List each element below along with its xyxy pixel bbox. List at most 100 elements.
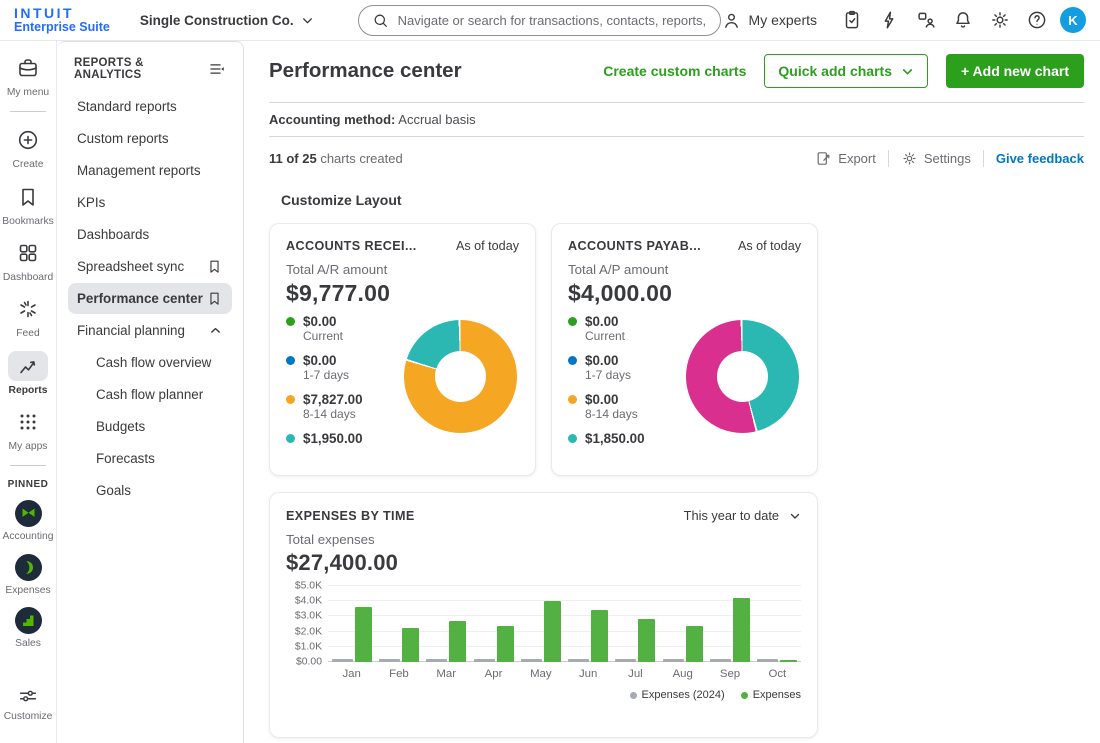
rail-item-my-menu[interactable]: My menu	[4, 53, 52, 98]
bar-group-may	[517, 586, 564, 662]
x-tick-label: Jul	[612, 668, 659, 680]
bar-expenses[interactable]	[544, 601, 561, 662]
customize-label: Customize	[4, 711, 53, 722]
give-feedback-link[interactable]: Give feedback	[996, 151, 1084, 166]
y-tick-label: $5.0K	[295, 581, 322, 592]
bar-prior-year	[521, 659, 542, 662]
ar-donut-chart[interactable]	[404, 320, 517, 433]
community-button[interactable]	[912, 6, 940, 34]
lightning-button[interactable]	[875, 6, 903, 34]
x-tick-label: Jan	[328, 668, 375, 680]
subnav-item-dashboards[interactable]: Dashboards	[68, 219, 232, 250]
bar-group-mar	[423, 586, 470, 662]
my-experts-button[interactable]: My experts	[721, 10, 817, 31]
rail-item-label: Create	[13, 159, 44, 170]
export-button[interactable]: Export	[815, 150, 876, 167]
bar-expenses[interactable]	[449, 621, 466, 662]
search-input[interactable]	[398, 13, 707, 28]
settings-gear-button[interactable]	[986, 6, 1014, 34]
settings-button[interactable]: Settings	[901, 150, 971, 167]
help-icon	[1026, 9, 1048, 31]
clipboard-check-button[interactable]	[838, 6, 866, 34]
ap-donut-chart[interactable]	[686, 320, 799, 433]
intuit-logo[interactable]: INTUIT Enterprise Suite	[14, 6, 110, 35]
rail-item-bookmarks[interactable]: Bookmarks	[4, 182, 52, 227]
help-button[interactable]	[1023, 6, 1051, 34]
legend-dot	[568, 434, 577, 443]
company-switcher[interactable]: Single Construction Co.	[140, 13, 314, 28]
pinned-app-expenses[interactable]: Expenses	[4, 554, 52, 596]
subnav-subitem-forecasts[interactable]: Forecasts	[68, 443, 232, 474]
x-tick-label: Jun	[564, 668, 611, 680]
bar-expenses[interactable]	[638, 619, 655, 662]
notifications-bell-button[interactable]	[949, 6, 977, 34]
topbar-actions: My experts K	[721, 6, 1086, 34]
pinned-app-label: Sales	[15, 638, 41, 649]
subnav-item-standard-reports[interactable]: Standard reports	[68, 91, 232, 122]
pinned-app-sales[interactable]: Sales	[4, 607, 52, 649]
legend-dot	[568, 317, 577, 326]
rail-item-create[interactable]: Create	[4, 125, 52, 170]
bar-prior-year	[663, 659, 684, 662]
user-avatar[interactable]: K	[1060, 7, 1086, 33]
bar-expenses[interactable]	[591, 610, 608, 662]
expenses-by-time-card: EXPENSES BY TIME This year to date Total…	[269, 492, 818, 738]
customize-layout-label[interactable]: Customize Layout	[269, 192, 1084, 208]
rail-item-my-apps[interactable]: My apps	[4, 407, 52, 452]
reports-chart-icon	[16, 354, 40, 378]
accounting-method-value: Accrual basis	[398, 112, 475, 127]
legend-item: $0.008-14 days	[568, 392, 686, 423]
divider	[10, 111, 46, 112]
bar-expenses[interactable]	[686, 626, 703, 662]
collapse-panel-icon[interactable]	[208, 60, 226, 78]
subnav-item-management-reports[interactable]: Management reports	[68, 155, 232, 186]
clipboard-check-icon	[841, 9, 863, 31]
subnav-item-custom-reports[interactable]: Custom reports	[68, 123, 232, 154]
sliders-icon	[17, 685, 39, 707]
subnav-subitem-cash-flow-planner[interactable]: Cash flow planner	[68, 379, 232, 410]
subnav-item-financial-planning[interactable]: Financial planning	[68, 315, 232, 346]
subnav-subitem-cash-flow-overview[interactable]: Cash flow overview	[68, 347, 232, 378]
page-title: Performance center	[269, 59, 462, 83]
quick-add-charts-button[interactable]: Quick add charts	[764, 54, 928, 88]
chevron-down-icon	[901, 65, 914, 78]
rail-item-label: Feed	[16, 328, 39, 339]
subnav-item-performance-center[interactable]: Performance center	[68, 283, 232, 314]
x-tick-label: Apr	[470, 668, 517, 680]
rail-item-dashboard[interactable]: Dashboard	[4, 238, 52, 283]
subnav-subitem-budgets[interactable]: Budgets	[68, 411, 232, 442]
donut-legend: $0.00Current$0.001-7 days$7,827.008-14 d…	[286, 314, 404, 446]
period-selector[interactable]: This year to date	[684, 508, 801, 523]
bar-expenses[interactable]	[497, 626, 514, 662]
bar-prior-year	[379, 659, 400, 662]
pinned-app-accounting[interactable]: Accounting	[4, 500, 52, 542]
customize-button[interactable]: Customize	[4, 685, 52, 722]
settings-label: Settings	[924, 151, 971, 166]
bar-expenses[interactable]	[402, 628, 419, 662]
card-title: ACCOUNTS RECEI...	[286, 239, 417, 253]
subnav-item-spreadsheet-sync[interactable]: Spreadsheet sync	[68, 251, 232, 282]
bar-expenses[interactable]	[733, 598, 750, 662]
legend-dot	[286, 434, 295, 443]
create-custom-charts-link[interactable]: Create custom charts	[603, 63, 746, 79]
subnav-item-label: Management reports	[77, 163, 201, 178]
icon-rail: My menu Create Bookmarks Dashboard Feed Repor…	[0, 41, 57, 743]
subnav-item-label: Custom reports	[77, 131, 169, 146]
bar-expenses[interactable]	[780, 660, 797, 662]
add-new-chart-button[interactable]: + Add new chart	[946, 54, 1084, 88]
subnav-item-kpis[interactable]: KPIs	[68, 187, 232, 218]
subnav-subitem-label: Forecasts	[96, 451, 155, 466]
rail-item-reports[interactable]: Reports	[4, 351, 52, 396]
bookmark-small-icon	[206, 258, 223, 275]
rail-item-feed[interactable]: Feed	[4, 294, 52, 339]
bar-expenses[interactable]	[355, 607, 372, 662]
x-tick-label: Feb	[375, 668, 422, 680]
subnav-subitem-goals[interactable]: Goals	[68, 475, 232, 506]
total-label: Total expenses	[286, 532, 801, 547]
subnav-title: REPORTS & ANALYTICS	[74, 57, 208, 81]
x-tick-label: Sep	[706, 668, 753, 680]
y-tick-label: $1.0K	[295, 641, 322, 652]
card-title: EXPENSES BY TIME	[286, 509, 415, 523]
global-search[interactable]	[358, 5, 721, 36]
accounting-app-icon	[15, 500, 42, 527]
